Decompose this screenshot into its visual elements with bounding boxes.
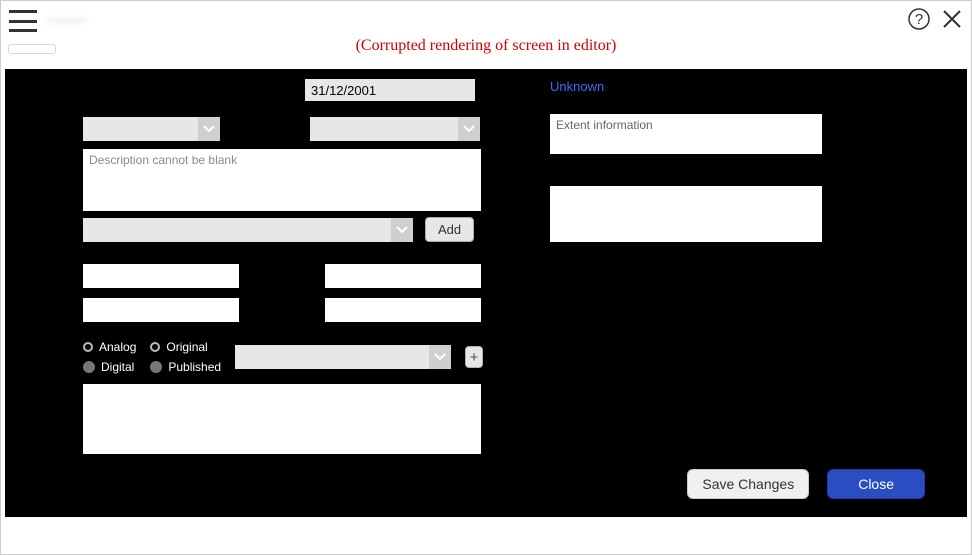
dropdown-1[interactable] xyxy=(83,117,220,141)
chevron-down-icon[interactable] xyxy=(391,218,413,242)
radio-digital-label: Digital xyxy=(101,360,134,374)
chevron-down-icon[interactable] xyxy=(458,117,480,141)
notes-textarea[interactable] xyxy=(83,384,481,454)
plus-button[interactable]: + xyxy=(465,346,483,368)
dropdown-2[interactable] xyxy=(310,117,480,141)
save-changes-button[interactable]: Save Changes xyxy=(687,469,809,499)
field-b2[interactable] xyxy=(325,298,481,322)
radio-original[interactable]: Original xyxy=(150,340,221,354)
dropdown-radio-input[interactable] xyxy=(235,345,429,369)
radio-analog[interactable]: Analog xyxy=(83,340,136,354)
dropdown-add[interactable] xyxy=(83,218,413,242)
radio-digital[interactable]: Digital xyxy=(83,360,136,374)
window-title: ——— xyxy=(47,12,127,30)
dropdown-radio[interactable] xyxy=(235,345,451,369)
hamburger-icon[interactable] xyxy=(9,10,37,32)
extent-textarea[interactable]: Extent information xyxy=(550,114,822,154)
chevron-down-icon[interactable] xyxy=(198,117,220,141)
editor-panel: Description cannot be blank Add Analog O… xyxy=(5,69,967,517)
close-window-icon[interactable] xyxy=(941,8,963,30)
decorative-pill xyxy=(8,44,56,54)
radio-published-label: Published xyxy=(168,360,221,374)
extra-textarea[interactable] xyxy=(550,186,822,242)
help-icon[interactable]: ? xyxy=(907,7,931,31)
radio-analog-label: Analog xyxy=(99,340,136,354)
add-button[interactable]: Add xyxy=(425,217,474,242)
close-button[interactable]: Close xyxy=(827,469,925,499)
svg-text:?: ? xyxy=(915,11,923,28)
dropdown-1-input[interactable] xyxy=(83,117,198,141)
chevron-down-icon[interactable] xyxy=(429,345,451,369)
dropdown-2-input[interactable] xyxy=(310,117,458,141)
field-a2[interactable] xyxy=(325,264,481,288)
field-b1[interactable] xyxy=(83,298,239,322)
dropdown-add-input[interactable] xyxy=(83,218,391,242)
radio-original-label: Original xyxy=(166,340,207,354)
description-textarea[interactable]: Description cannot be blank xyxy=(83,149,481,211)
field-a1[interactable] xyxy=(83,264,239,288)
radio-published[interactable]: Published xyxy=(150,360,221,374)
unknown-link[interactable]: Unknown xyxy=(550,79,825,94)
